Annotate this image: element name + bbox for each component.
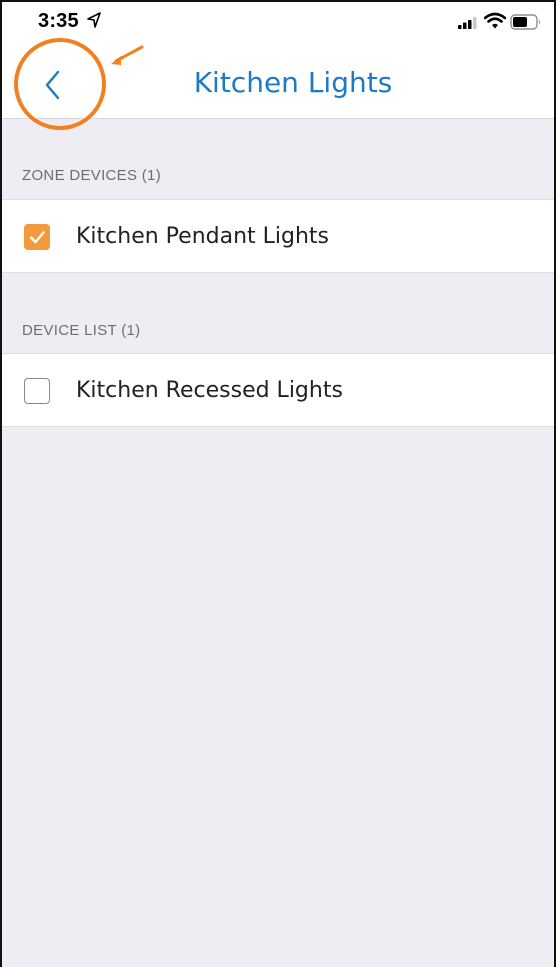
section-header-device-list: DEVICE LIST (1) xyxy=(22,322,141,339)
annotation-arrow-icon xyxy=(111,45,144,65)
list-item-kitchen-pendant-lights[interactable]: Kitchen Pendant Lights xyxy=(2,199,554,273)
annotation-circle xyxy=(14,38,106,130)
app-screen: 3:35 Kitchen Lights ZONE DEVICES (1) Kit… xyxy=(0,0,556,967)
section-header-zone-devices: ZONE DEVICES (1) xyxy=(22,167,161,184)
status-time: 3:35 xyxy=(38,10,79,32)
checkbox-checked[interactable] xyxy=(24,224,50,250)
checkmark-icon xyxy=(29,231,45,244)
checkbox-unchecked[interactable] xyxy=(24,378,50,404)
list-item-label: Kitchen Pendant Lights xyxy=(76,224,330,249)
cellular-signal-icon xyxy=(458,17,477,29)
location-arrow-icon xyxy=(87,12,101,28)
wifi-icon xyxy=(484,12,506,29)
status-bar: 3:35 xyxy=(2,2,554,38)
list-item-label: Kitchen Recessed Lights xyxy=(76,378,343,403)
list-item-kitchen-recessed-lights[interactable]: Kitchen Recessed Lights xyxy=(2,353,554,427)
battery-icon xyxy=(510,14,540,30)
